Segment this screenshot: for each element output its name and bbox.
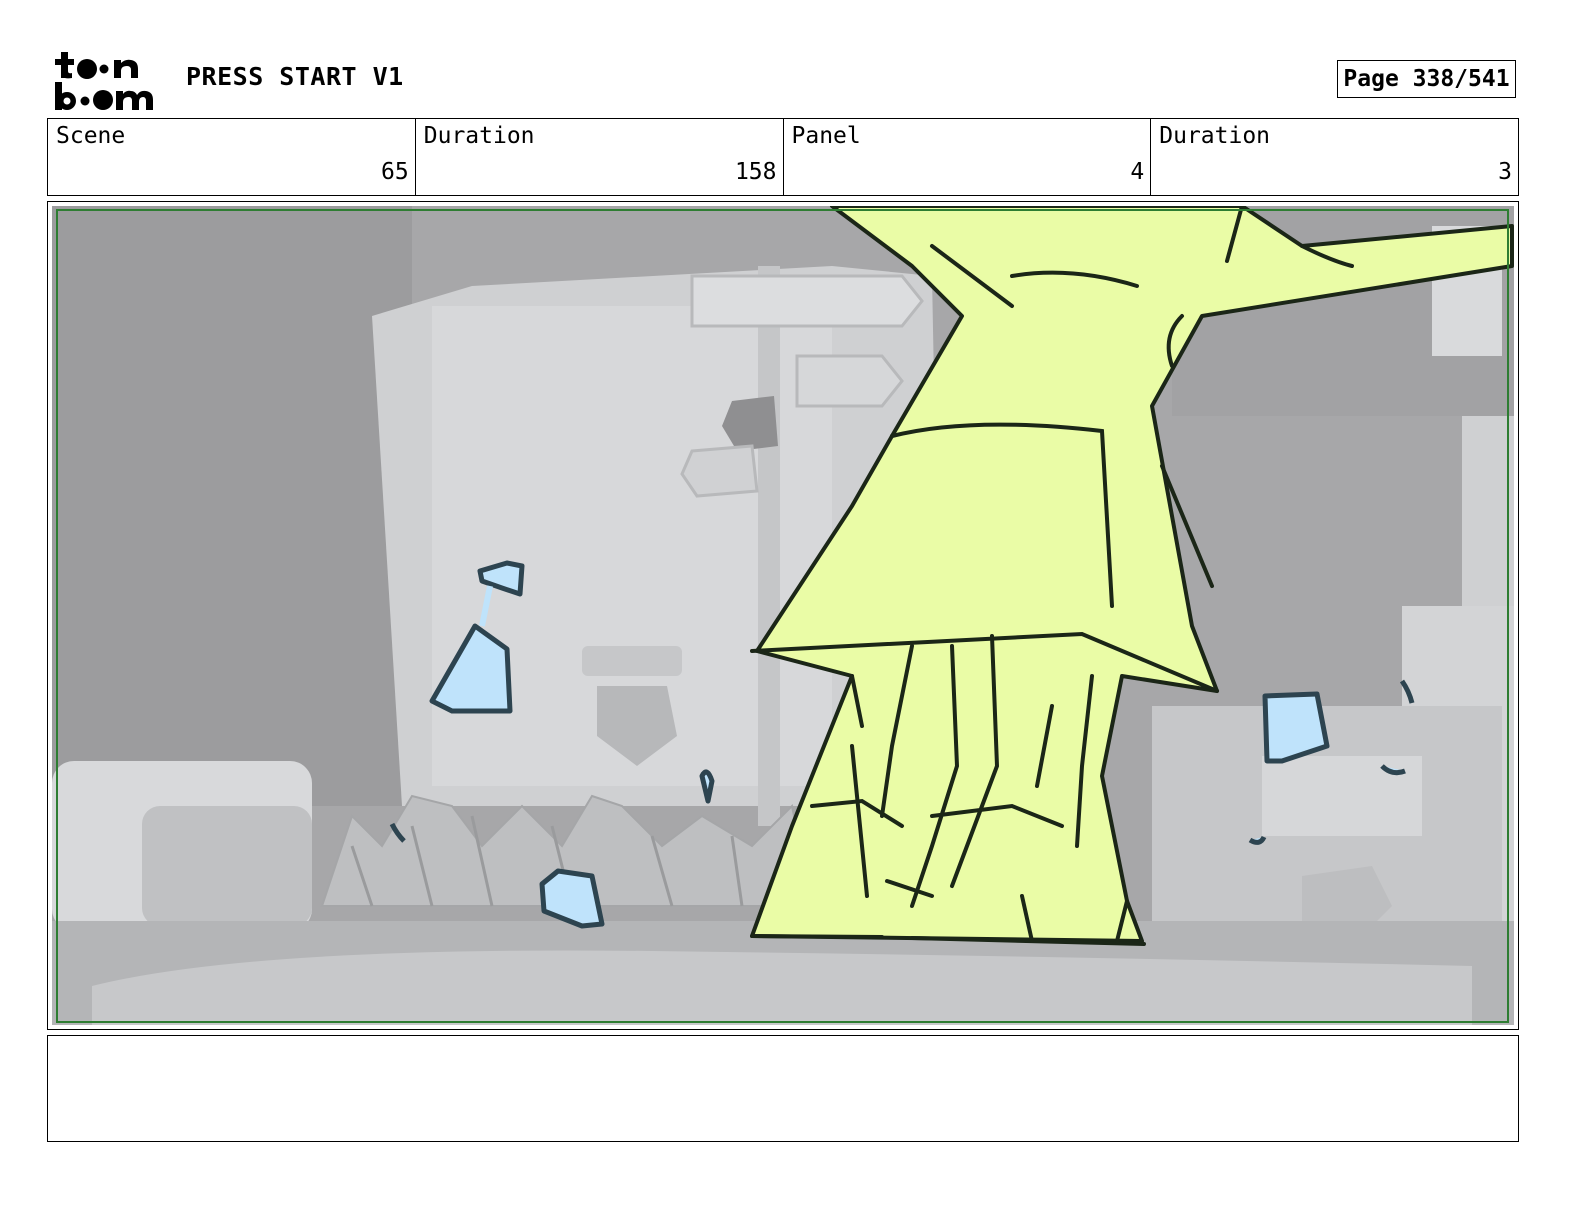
scene-duration-label: Duration <box>423 123 535 149</box>
notes-box <box>47 1035 1519 1142</box>
scene-duration-cell: Duration 158 <box>416 119 784 195</box>
toon-boom-logo <box>52 50 164 112</box>
scene-label: Scene <box>56 123 126 149</box>
panel-cell: Panel 4 <box>784 119 1152 195</box>
scene-duration-value: 158 <box>734 159 777 185</box>
scene-info-row: Scene 65 Duration 158 Panel 4 Duration 3 <box>47 118 1519 196</box>
page-number: Page 338/541 <box>1337 60 1516 98</box>
project-title: PRESS START V1 <box>186 62 404 91</box>
panel-label: Panel <box>791 123 861 149</box>
storyboard-panel-image <box>52 206 1514 1025</box>
panel-duration-value: 3 <box>1498 159 1512 185</box>
panel-duration-cell: Duration 3 <box>1151 119 1518 195</box>
storyboard-panel-frame <box>47 201 1519 1030</box>
panel-value: 4 <box>1130 159 1145 185</box>
panel-duration-label: Duration <box>1159 123 1271 149</box>
scene-cell: Scene 65 <box>48 119 416 195</box>
scene-value: 65 <box>381 159 409 185</box>
